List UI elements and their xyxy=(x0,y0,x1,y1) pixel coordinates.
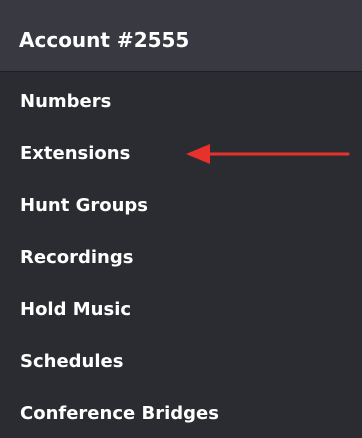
menu-item-label: Schedules xyxy=(20,351,124,372)
menu-item-label: Extensions xyxy=(20,143,131,164)
account-header: Account #2555 xyxy=(0,0,362,72)
menu-item-schedules[interactable]: Schedules xyxy=(0,332,362,384)
menu-item-label: Numbers xyxy=(20,91,112,112)
account-sidebar: Account #2555 Numbers Extensions Hunt Gr… xyxy=(0,0,362,438)
menu-item-hold-music[interactable]: Hold Music xyxy=(0,280,362,332)
menu-item-hunt-groups[interactable]: Hunt Groups xyxy=(0,176,362,228)
menu-item-recordings[interactable]: Recordings xyxy=(0,228,362,280)
menu-item-label: Hold Music xyxy=(20,299,132,320)
menu-item-label: Recordings xyxy=(20,247,134,268)
menu-item-label: Hunt Groups xyxy=(20,195,148,216)
menu-item-numbers[interactable]: Numbers xyxy=(0,72,362,124)
account-title: Account #2555 xyxy=(19,28,190,52)
menu-item-conference-bridges[interactable]: Conference Bridges xyxy=(0,384,362,436)
menu-item-label: Conference Bridges xyxy=(20,403,219,424)
left-arrow-icon xyxy=(186,144,350,164)
